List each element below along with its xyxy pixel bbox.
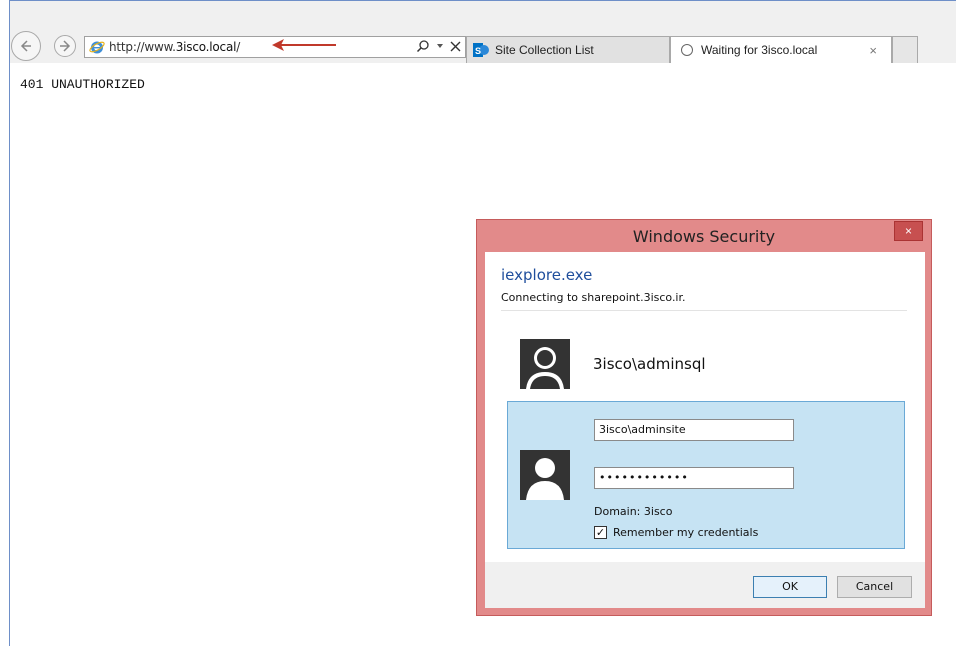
dialog-subtitle: Connecting to sharepoint.3isco.ir. — [501, 291, 686, 304]
tab-label: Site Collection List — [495, 43, 594, 57]
password-input[interactable]: •••••••••••• — [594, 467, 794, 489]
user-icon — [520, 339, 570, 389]
saved-account-name[interactable]: 3isco\adminsql — [593, 355, 706, 373]
sharepoint-icon: S — [473, 43, 489, 57]
dropdown-icon[interactable] — [436, 42, 444, 50]
tab-site-collection-list[interactable]: S Site Collection List — [466, 36, 670, 63]
forward-arrow-icon — [60, 40, 71, 52]
tab-waiting[interactable]: Waiting for 3isco.local × — [670, 36, 892, 63]
saved-account-avatar[interactable] — [520, 339, 570, 389]
loading-spinner-icon — [681, 44, 693, 56]
forward-button[interactable] — [54, 35, 76, 57]
search-icon[interactable] — [416, 39, 430, 53]
cancel-button[interactable]: Cancel — [837, 576, 912, 598]
windows-security-dialog: Windows Security × iexplore.exe Connecti… — [476, 219, 932, 616]
browser-toolbar: http://www.3isco.local/ S Site Collectio… — [10, 1, 956, 63]
credentials-panel: 3isco\adminsite •••••••••••• Domain: 3is… — [507, 401, 905, 549]
stop-icon[interactable] — [450, 41, 461, 52]
dialog-footer: OK Cancel — [485, 562, 925, 608]
remember-credentials[interactable]: ✓ Remember my credentials — [594, 526, 758, 539]
tab-close-icon[interactable]: × — [869, 43, 877, 58]
dialog-body: iexplore.exe Connecting to sharepoint.3i… — [485, 252, 925, 608]
annotation-arrow-url — [272, 39, 336, 51]
user-icon — [520, 450, 570, 500]
remember-checkbox[interactable]: ✓ — [594, 526, 607, 539]
ie-logo-icon — [89, 41, 105, 54]
url-suffix: / — [236, 40, 241, 54]
ok-button[interactable]: OK — [753, 576, 827, 598]
url-prefix: http://www. — [109, 40, 176, 54]
remember-label: Remember my credentials — [613, 526, 759, 539]
new-tab-button[interactable] — [892, 36, 918, 63]
dialog-close-button[interactable]: × — [894, 221, 923, 241]
domain-label: Domain: 3isco — [594, 505, 673, 518]
username-input[interactable]: 3isco\adminsite — [594, 419, 794, 441]
dialog-app-name: iexplore.exe — [501, 266, 593, 284]
page-status-text: 401 UNAUTHORIZED — [20, 77, 145, 92]
address-tools — [416, 39, 461, 53]
back-arrow-icon — [20, 40, 31, 52]
new-account-avatar — [520, 450, 570, 500]
url-host: 3isco.local — [175, 40, 237, 54]
dialog-separator — [501, 310, 907, 311]
tab-label: Waiting for 3isco.local — [701, 43, 818, 57]
back-button[interactable] — [11, 31, 41, 61]
dialog-title: Windows Security — [632, 227, 776, 246]
svg-text:S: S — [475, 46, 481, 56]
url-text: http://www.3isco.local/ — [109, 40, 240, 54]
